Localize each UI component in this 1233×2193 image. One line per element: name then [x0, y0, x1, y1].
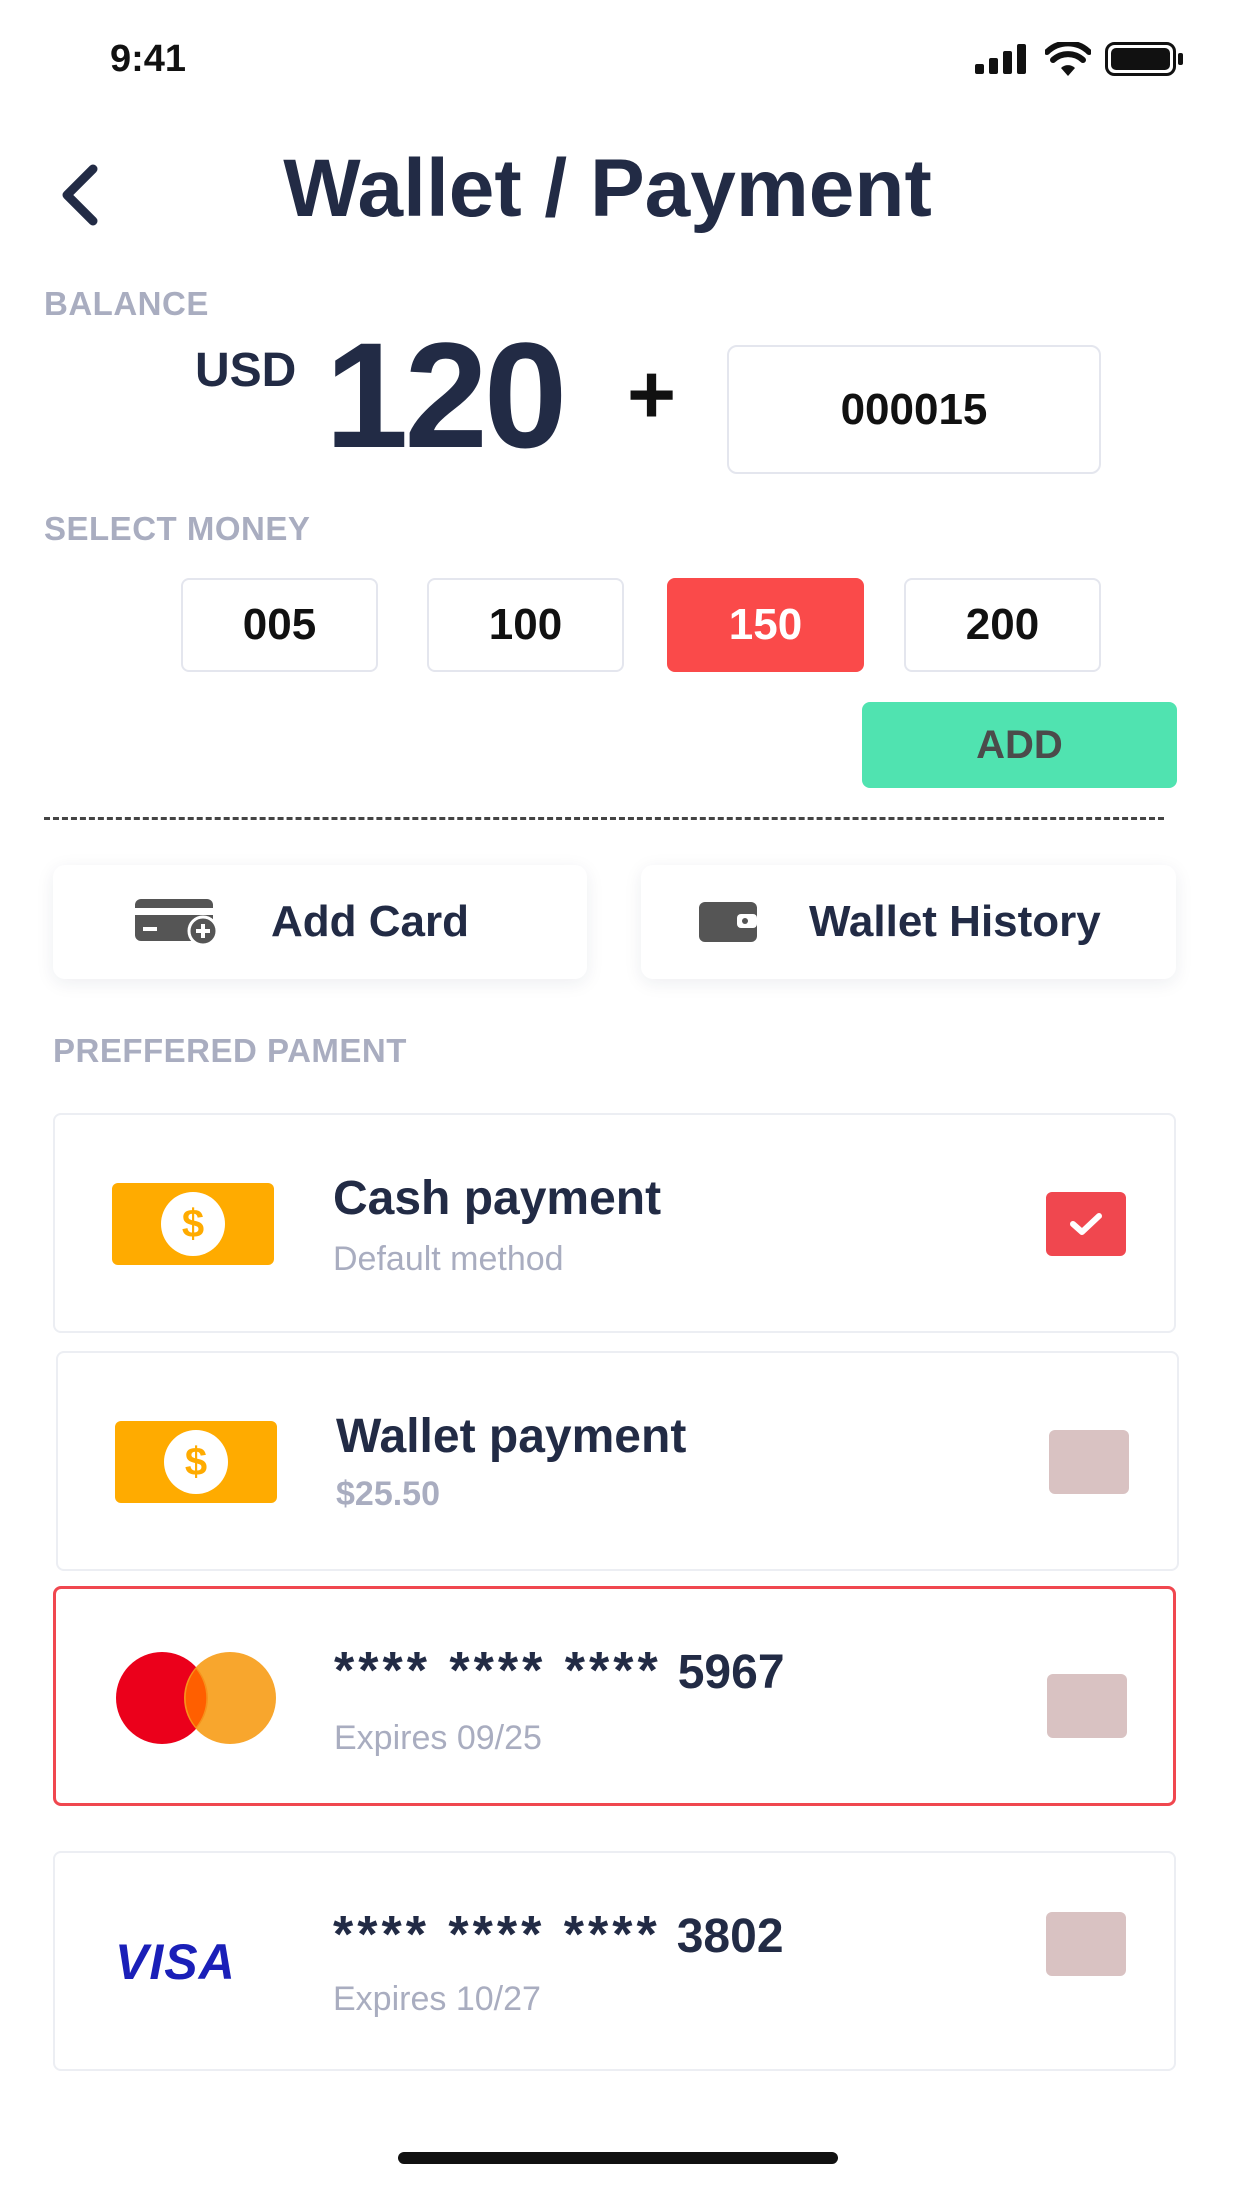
wallet-icon	[699, 902, 757, 942]
payment-checkbox[interactable]	[1047, 1674, 1127, 1738]
plus-sign: +	[627, 347, 677, 441]
payment-checkbox[interactable]	[1046, 1912, 1126, 1976]
card-last4: 3802	[676, 1910, 784, 1963]
check-icon	[1070, 1213, 1102, 1235]
dollar-coin-icon: $	[164, 1430, 228, 1494]
payment-checkbox-checked[interactable]	[1046, 1192, 1126, 1256]
add-card-icon	[135, 899, 219, 947]
wallet-cash-icon: $	[115, 1421, 277, 1503]
page-title-text: Wallet / Payment	[283, 143, 932, 234]
wallet-balance: $25.50	[336, 1475, 440, 1513]
add-card-label: Add Card	[271, 897, 469, 946]
card-expiry: Expires 09/25	[334, 1719, 542, 1757]
signal-icon	[975, 44, 1026, 74]
amount-chip-200[interactable]: 200	[904, 578, 1101, 672]
currency-label: USD	[195, 344, 297, 397]
payment-method-wallet[interactable]: $ Wallet payment $25.50	[56, 1351, 1179, 1571]
payment-subtitle: Default method	[333, 1240, 564, 1278]
wallet-history-label: Wallet History	[809, 897, 1101, 946]
battery-icon	[1105, 42, 1183, 76]
card-masked-digits: **** **** ****	[334, 1642, 662, 1700]
payment-title: Wallet payment	[336, 1410, 687, 1463]
wallet-history-button[interactable]: Wallet History	[641, 865, 1176, 979]
status-icons	[975, 42, 1185, 76]
select-money-label: SELECT MONEY	[44, 510, 311, 547]
payment-method-mastercard[interactable]: **** **** **** 5967 Expires 09/25	[53, 1586, 1176, 1806]
page-title: Wallet / Payment	[0, 142, 1233, 236]
topup-amount-input[interactable]	[727, 345, 1101, 474]
payment-checkbox[interactable]	[1049, 1430, 1129, 1494]
card-number: **** **** **** 3802	[333, 1905, 784, 1965]
payment-method-cash[interactable]: $ Cash payment Default method	[53, 1113, 1176, 1333]
home-indicator	[398, 2152, 838, 2164]
visa-logo: VISA	[115, 1934, 236, 1990]
preferred-payment-label: PREFFERED PAMENT	[53, 1032, 407, 1069]
dashed-divider	[44, 817, 1164, 820]
add-card-button[interactable]: Add Card	[53, 865, 587, 979]
card-expiry: Expires 10/27	[333, 1980, 541, 2018]
cash-icon: $	[112, 1183, 274, 1265]
amount-chip-005[interactable]: 005	[181, 578, 378, 672]
payment-method-visa[interactable]: VISA **** **** **** 3802 Expires 10/27	[53, 1851, 1176, 2071]
card-masked-digits: **** **** ****	[333, 1906, 661, 1964]
payment-title: Cash payment	[333, 1172, 662, 1225]
balance-label: BALANCE	[44, 285, 209, 322]
wifi-icon	[1045, 42, 1091, 76]
amount-chip-100[interactable]: 100	[427, 578, 624, 672]
dollar-coin-icon: $	[161, 1192, 225, 1256]
status-time: 9:41	[110, 38, 187, 80]
add-money-button[interactable]: ADD	[862, 702, 1177, 788]
amount-chip-150[interactable]: 150	[667, 578, 864, 672]
balance-amount: 120	[325, 311, 567, 479]
card-last4: 5967	[677, 1646, 785, 1699]
card-number: **** **** **** 5967	[334, 1641, 785, 1701]
mastercard-logo	[116, 1652, 276, 1744]
